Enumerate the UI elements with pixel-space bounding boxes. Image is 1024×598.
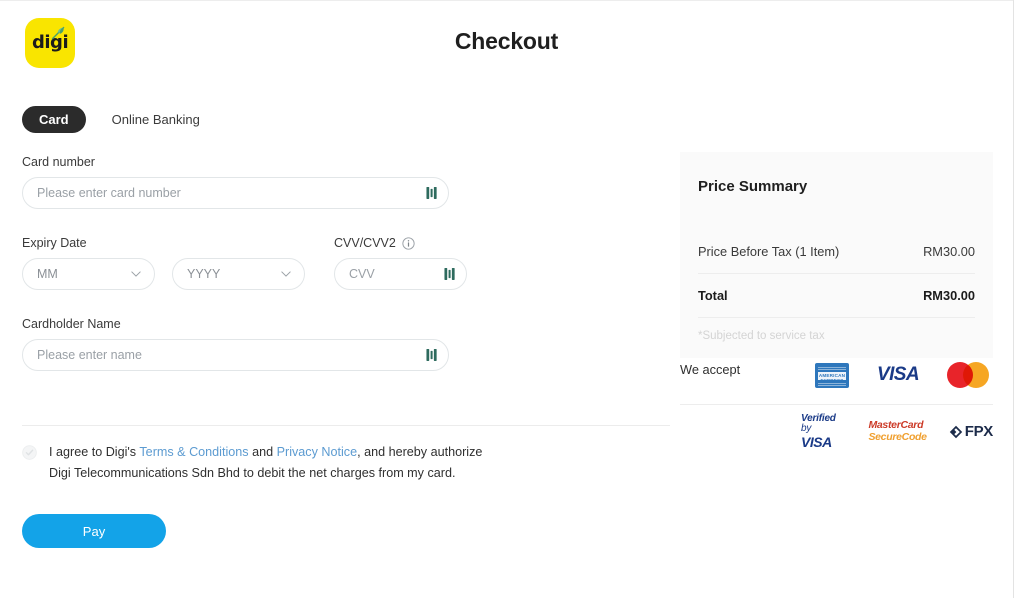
verified-by-visa-top: Verified by — [801, 414, 846, 434]
secure-field-icon — [426, 349, 437, 362]
expiry-date-label: Expiry Date — [22, 236, 155, 250]
cvv-label: CVV/CVV2 — [334, 236, 396, 250]
chevron-down-icon — [281, 271, 291, 277]
page-header: digi Checkout — [0, 0, 1013, 88]
page-title: Checkout — [0, 28, 1013, 55]
form-divider — [22, 425, 670, 426]
agree-checkbox[interactable] — [22, 445, 37, 460]
tab-card[interactable]: Card — [22, 106, 86, 133]
accepted-card-logos: AMERICAN EXPRESS VISA — [815, 362, 989, 388]
cardholder-name-field[interactable] — [22, 339, 449, 371]
american-express-icon: AMERICAN EXPRESS — [815, 363, 849, 388]
cardholder-name-input[interactable] — [37, 348, 434, 362]
payment-method-tabs: Card Online Banking — [22, 106, 210, 133]
price-summary-title: Price Summary — [698, 152, 975, 195]
we-accept-label: We accept — [680, 362, 740, 377]
summary-tax-note: *Subjected to service tax — [698, 317, 975, 358]
price-summary-panel: Price Summary Price Before Tax (1 Item) … — [680, 152, 993, 358]
summary-total-value: RM30.00 — [923, 288, 975, 303]
terms-and-conditions-link[interactable]: Terms & Conditions — [139, 445, 248, 459]
tab-online-banking[interactable]: Online Banking — [102, 106, 210, 133]
consent-part-1: I agree to Digi's — [49, 445, 139, 459]
secure-field-icon — [444, 268, 455, 281]
page-scrollbar-track[interactable] — [1013, 0, 1014, 598]
card-number-field[interactable] — [22, 177, 449, 209]
cvv-label-row: CVV/CVV2 — [334, 236, 467, 250]
we-accept-block: We accept AMERICAN EXPRESS VISA — [680, 362, 993, 377]
securecode-top: MasterCard — [868, 420, 926, 431]
summary-total-label: Total — [698, 288, 728, 303]
mastercard-securecode-icon: MasterCard SecureCode — [868, 420, 926, 443]
verified-by-visa-bottom: VISA — [801, 435, 846, 449]
consent-text: I agree to Digi's Terms & Conditions and… — [49, 442, 502, 484]
summary-row-total: Total RM30.00 — [698, 273, 975, 317]
summary-row-value: RM30.00 — [923, 244, 975, 259]
fpx-diamond-icon — [949, 425, 963, 439]
expiry-year-value: YYYY — [187, 267, 220, 281]
fpx-label: FPX — [965, 423, 993, 440]
cardholder-name-label: Cardholder Name — [22, 317, 672, 331]
privacy-notice-link[interactable]: Privacy Notice — [277, 445, 357, 459]
pay-button[interactable]: Pay — [22, 514, 166, 548]
checkout-page: digi Checkout Card Online Banking Card n… — [0, 0, 1024, 598]
fpx-icon: FPX — [949, 423, 993, 440]
cvv-field[interactable] — [334, 258, 467, 290]
american-express-icon-label: AMERICAN EXPRESS — [815, 373, 849, 383]
card-number-input[interactable] — [37, 186, 434, 200]
mastercard-icon — [947, 362, 989, 388]
visa-icon: VISA — [877, 364, 919, 386]
verified-by-visa-by-text: by — [801, 423, 811, 434]
expiry-year-select[interactable]: YYYY — [172, 258, 305, 290]
info-icon[interactable] — [402, 237, 415, 250]
expiry-cvv-row: Expiry Date MM . YYYY — [22, 236, 672, 290]
summary-row-price-before-tax: Price Before Tax (1 Item) RM30.00 — [698, 229, 975, 273]
card-number-label: Card number — [22, 155, 672, 169]
mastercard-yellow-circle — [963, 362, 989, 388]
card-form: Card number Expiry Date MM — [22, 155, 672, 371]
expiry-month-value: MM — [37, 267, 58, 281]
consent-block: I agree to Digi's Terms & Conditions and… — [22, 442, 502, 484]
verified-by-visa-icon: Verified by VISA — [801, 414, 846, 449]
secure-field-icon — [426, 187, 437, 200]
securecode-bottom: SecureCode — [868, 432, 926, 443]
cvv-input[interactable] — [349, 267, 452, 281]
security-badges-block: Verified by VISA MasterCard SecureCode F… — [680, 404, 993, 448]
expiry-month-select[interactable]: MM — [22, 258, 155, 290]
security-badges-list: Verified by VISA MasterCard SecureCode F… — [801, 414, 993, 449]
summary-row-label: Price Before Tax (1 Item) — [698, 244, 839, 259]
consent-part-2: and — [249, 445, 277, 459]
chevron-down-icon — [131, 271, 141, 277]
